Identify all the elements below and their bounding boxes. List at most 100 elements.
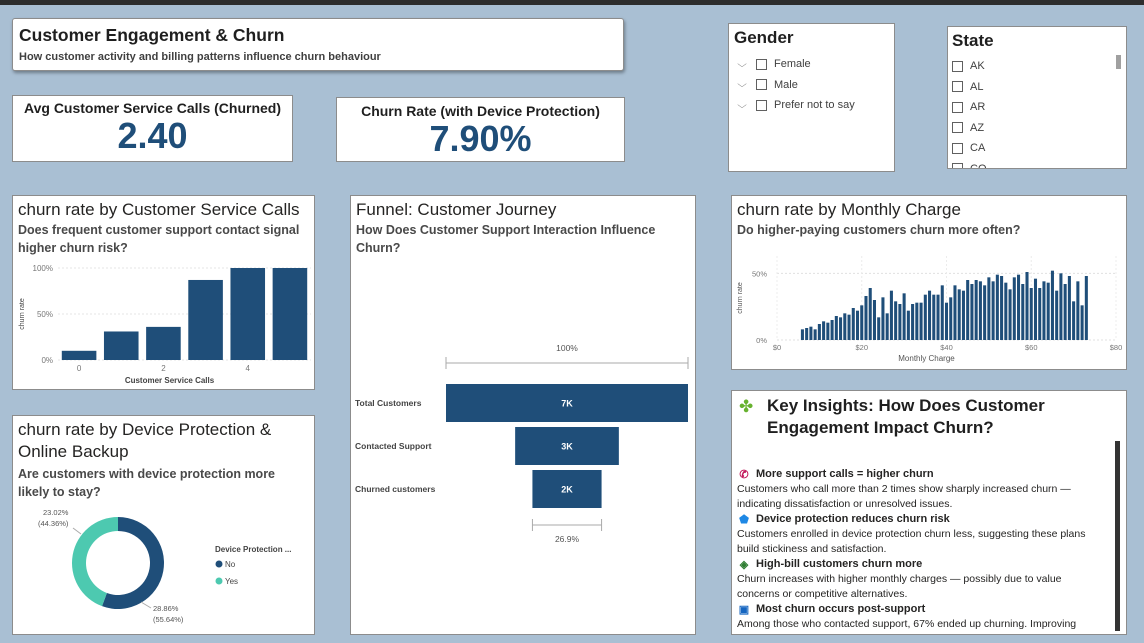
y-axis-label: churn rate xyxy=(737,282,744,314)
bar xyxy=(957,289,961,340)
money-icon: ◈ xyxy=(739,558,749,571)
checkbox[interactable] xyxy=(952,60,963,72)
bar xyxy=(898,304,902,340)
bar xyxy=(817,324,821,340)
insight-body: Customers who call more than 2 times sho… xyxy=(737,483,1071,510)
bar xyxy=(1046,282,1050,340)
insights-card: ✤ Key Insights: How Does Customer Engage… xyxy=(731,390,1127,635)
kpi-value: 2.40 xyxy=(117,115,188,156)
x-tick-label: 4 xyxy=(246,364,251,373)
window-top-bar xyxy=(0,0,1144,5)
option-label: Male xyxy=(774,78,798,91)
bar xyxy=(1004,282,1008,340)
kpi-label: Churn Rate (with Device Protection) xyxy=(361,103,600,119)
header-card: Customer Engagement & Churn How customer… xyxy=(12,18,624,71)
option-label: AL xyxy=(970,80,984,93)
insights-scrollbar[interactable] xyxy=(1115,441,1120,631)
bar xyxy=(830,320,834,340)
kpi-value: 7.90% xyxy=(429,118,532,159)
bar xyxy=(1012,277,1016,340)
page-title: Customer Engagement & Churn xyxy=(19,25,285,45)
checkbox[interactable] xyxy=(756,99,767,111)
checkbox[interactable] xyxy=(952,101,963,113)
chart-subtitle: How Does Customer Support Interaction In… xyxy=(356,223,656,255)
bar xyxy=(809,326,813,340)
checkbox[interactable] xyxy=(952,122,963,134)
bar xyxy=(800,329,804,340)
bar xyxy=(885,313,889,340)
chevron-down-icon[interactable]: ⌵ xyxy=(731,100,753,111)
chart-title: churn rate by Customer Service Calls xyxy=(18,200,300,219)
bar xyxy=(987,277,991,340)
bar xyxy=(872,300,876,340)
legend-marker xyxy=(215,560,223,568)
option-label: Female xyxy=(774,58,811,71)
slicer-option-prefer-not[interactable]: ⌵ Prefer not to say xyxy=(734,95,889,116)
insight-body: Churn increases with higher monthly char… xyxy=(737,573,1062,600)
y-tick-label: 0% xyxy=(41,356,53,365)
donut-label: (44.36%) xyxy=(38,519,69,528)
bar xyxy=(855,310,860,340)
legend-label: No xyxy=(225,560,236,569)
slicer-option-al[interactable]: AL xyxy=(952,77,1122,98)
x-axis-label: Customer Service Calls xyxy=(125,376,215,385)
bar xyxy=(146,326,181,360)
checkbox[interactable] xyxy=(756,79,767,91)
bar xyxy=(881,297,885,340)
insight-head: Most churn occurs post-support xyxy=(756,603,926,615)
insight-head: Device protection reduces churn risk xyxy=(756,513,950,525)
bar xyxy=(1063,284,1067,340)
gender-slicer: Gender ⌵ Female ⌵ Male ⌵ Prefer not to s… xyxy=(728,23,895,172)
bar xyxy=(1017,274,1021,340)
bar xyxy=(911,304,915,340)
insights-title: Key Insights: How Does Customer Engageme… xyxy=(767,396,1045,437)
insight-item: ◈ High-bill customers churn more Churn in… xyxy=(737,557,1099,602)
bar xyxy=(936,294,940,340)
bar xyxy=(1025,272,1029,340)
funnel-stage-label: Total Customers xyxy=(355,398,422,408)
donut-leader-line xyxy=(72,527,82,535)
slicer-option-ca[interactable]: CA xyxy=(952,138,1122,159)
slicer-option-male[interactable]: ⌵ Male xyxy=(734,75,889,96)
slicer-option-female[interactable]: ⌵ Female xyxy=(734,54,889,75)
legend-marker xyxy=(215,577,223,585)
checkbox[interactable] xyxy=(952,81,963,93)
bar xyxy=(1033,278,1038,340)
calls-chart-card: churn rate by Customer Service Calls Doe… xyxy=(12,195,315,390)
insight-head: High-bill customers churn more xyxy=(756,558,923,570)
funnel-card: Funnel: Customer Journey How Does Custom… xyxy=(350,195,696,635)
bar xyxy=(1059,273,1063,340)
bar xyxy=(970,284,974,340)
chevron-down-icon[interactable]: ⌵ xyxy=(731,59,753,70)
checkbox[interactable] xyxy=(952,142,963,154)
slicer-option-az[interactable]: AZ xyxy=(952,118,1122,139)
bar xyxy=(940,285,944,340)
bar xyxy=(1084,276,1088,340)
y-axis-label: churn rate xyxy=(19,298,26,330)
insight-item: ⬟ Device protection reduces churn risk Cu… xyxy=(737,512,1099,557)
bar xyxy=(826,322,830,340)
x-tick-label: 0 xyxy=(77,364,82,373)
bar xyxy=(966,280,970,340)
scrollbar-thumb[interactable] xyxy=(1116,55,1121,69)
chart-subtitle: Are customers with device protection mor… xyxy=(18,467,276,499)
donut-label: (55.64%) xyxy=(153,615,184,624)
funnel-stage-label: Contacted Support xyxy=(355,441,432,451)
x-axis-label: Monthly Charge xyxy=(898,354,955,363)
funnel-value-label: 7K xyxy=(561,399,573,409)
funnel-value-label: 3K xyxy=(561,442,573,452)
device-donut-chart: 28.86% (55.64%) 23.02% (44.36%) Device Prote… xyxy=(38,508,291,624)
chevron-down-icon[interactable]: ⌵ xyxy=(731,79,753,90)
checkbox[interactable] xyxy=(756,58,767,70)
bar xyxy=(1055,290,1059,340)
slicer-option-ar[interactable]: AR xyxy=(952,97,1122,118)
slicer-option-co[interactable]: CO xyxy=(952,159,1122,168)
slicer-option-ak[interactable]: AK xyxy=(952,56,1122,77)
y-tick-label: 50% xyxy=(37,310,53,319)
bar xyxy=(868,288,872,340)
bar xyxy=(813,329,817,340)
checkbox[interactable] xyxy=(952,163,963,168)
bar xyxy=(1067,276,1071,340)
bar xyxy=(932,294,936,340)
bar xyxy=(1000,276,1004,340)
